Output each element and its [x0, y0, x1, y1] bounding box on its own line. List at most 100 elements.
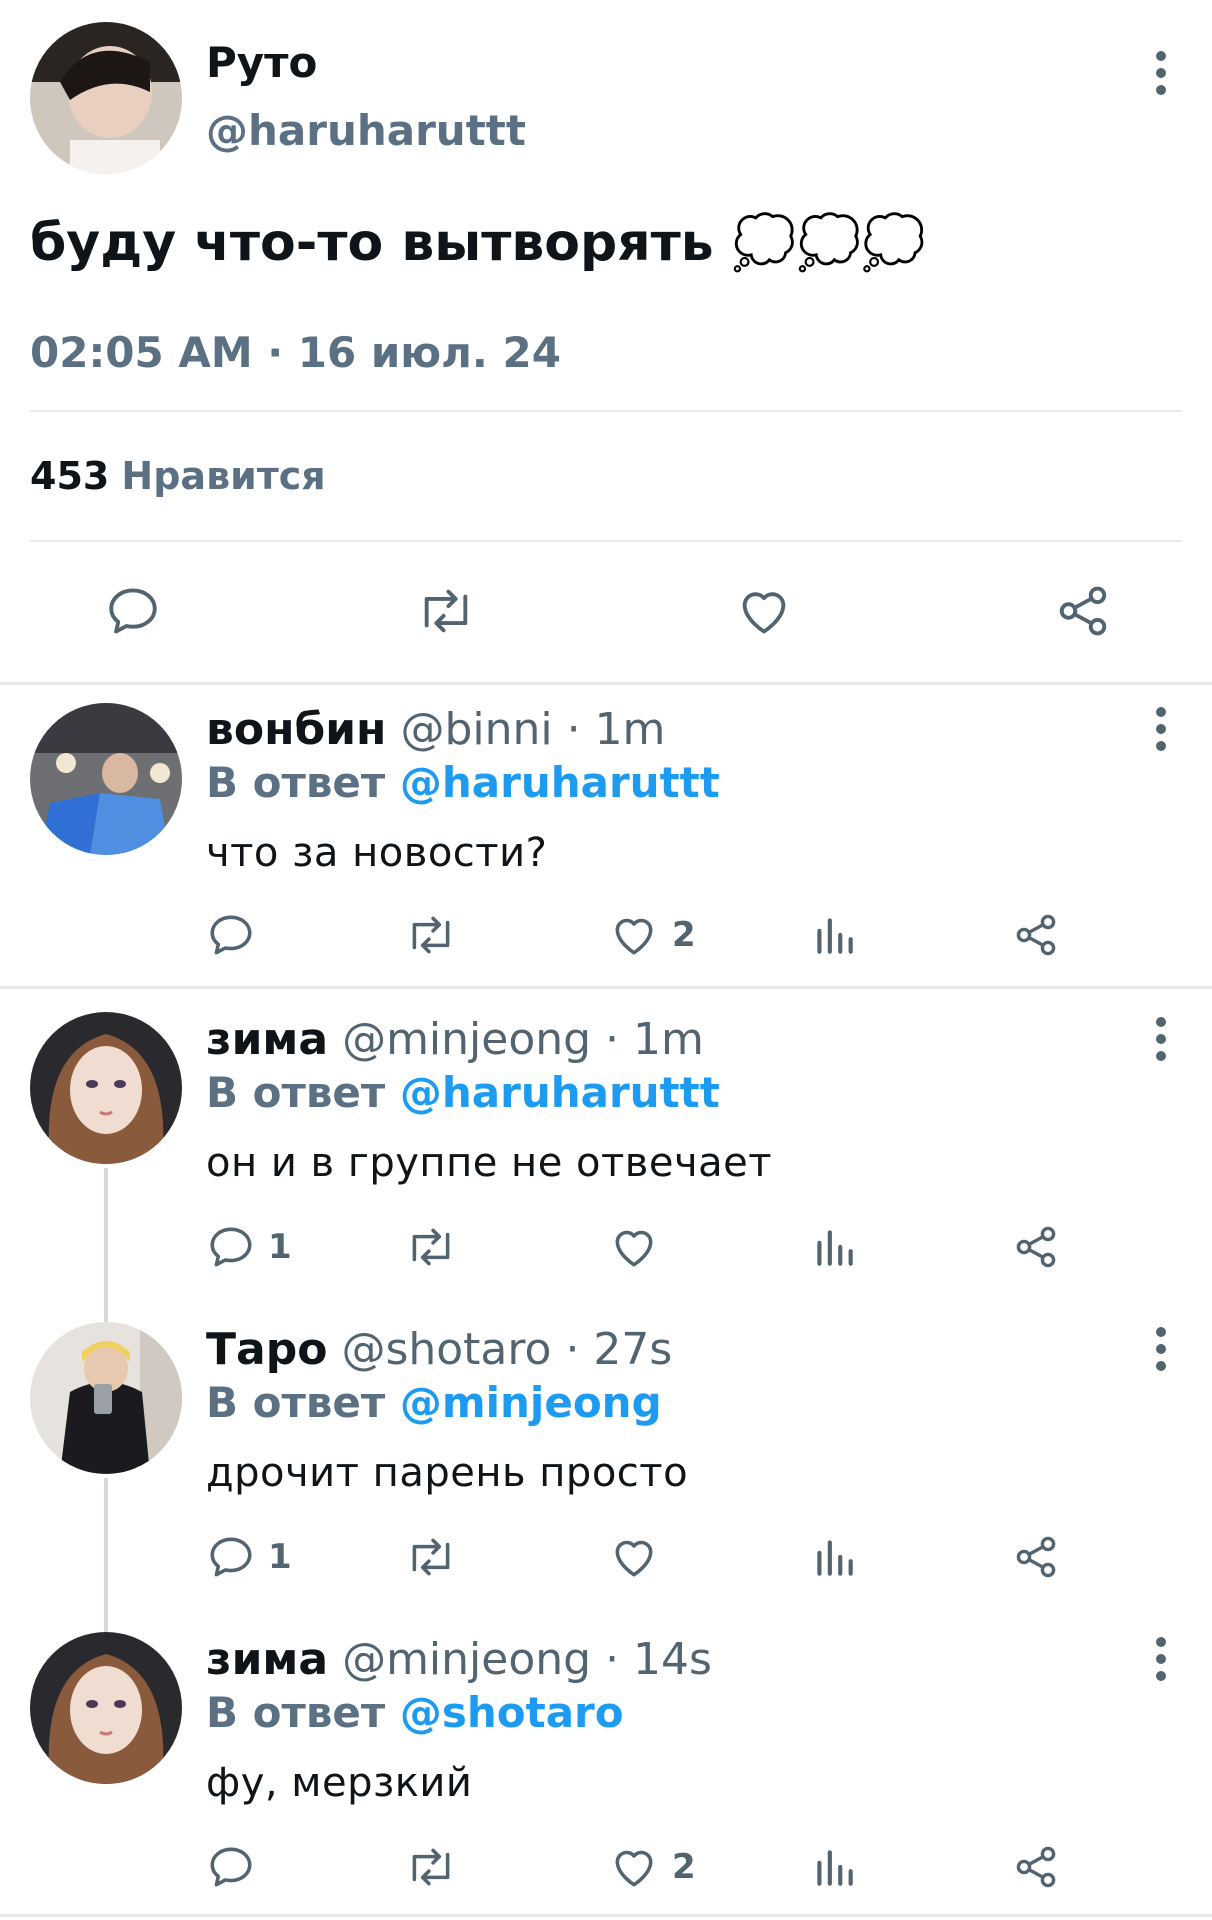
views-button[interactable]	[812, 910, 856, 960]
share-icon	[1016, 1536, 1056, 1578]
like-button[interactable]: 2	[608, 1842, 696, 1892]
reply-header: Таро @shotaro · 27s	[206, 1324, 672, 1375]
views-button[interactable]	[812, 1532, 856, 1582]
retweet-button[interactable]	[404, 1222, 458, 1272]
author-handle[interactable]: @haruharuttt	[206, 106, 526, 155]
retweet-icon	[412, 1538, 450, 1576]
reply-icon	[210, 1537, 252, 1577]
retweet-icon	[412, 916, 450, 954]
more-options-icon[interactable]	[1146, 44, 1176, 104]
views-icon	[817, 1850, 853, 1886]
more-options-icon[interactable]	[1146, 1630, 1176, 1690]
like-button[interactable]	[608, 1222, 672, 1272]
like-count: 2	[672, 915, 696, 955]
divider	[0, 682, 1212, 685]
reply-avatar[interactable]	[30, 1632, 182, 1784]
reply-time: · 14s	[605, 1634, 712, 1685]
likes-stat[interactable]: 453 Нравится	[30, 454, 326, 498]
share-button[interactable]	[1012, 1532, 1060, 1582]
divider	[0, 986, 1212, 989]
reply-button[interactable]	[206, 910, 268, 960]
retweet-icon	[412, 1848, 450, 1886]
reply-context: В ответ @shotaro	[206, 1688, 624, 1737]
reply-author-handle[interactable]: @minjeong	[342, 1634, 591, 1685]
reply-header: зима @minjeong · 1m	[206, 1014, 704, 1065]
divider	[30, 540, 1182, 542]
tweet-text: буду что-то вытворять 💭💭💭	[30, 213, 926, 273]
reply-author-handle[interactable]: @shotaro	[341, 1324, 551, 1375]
retweet-button[interactable]	[404, 910, 458, 960]
views-icon	[817, 918, 853, 954]
tweet-timestamp[interactable]: 02:05 AM · 16 июл. 24	[30, 328, 561, 377]
divider	[30, 410, 1182, 412]
reply-to-label: В ответ	[206, 1688, 386, 1737]
reply-author-handle[interactable]: @binni	[400, 704, 552, 755]
share-button[interactable]	[1012, 1222, 1060, 1272]
more-options-icon[interactable]	[1146, 1010, 1176, 1070]
like-icon	[615, 1230, 653, 1267]
reply-avatar[interactable]	[30, 1012, 182, 1164]
share-icon	[1059, 586, 1107, 636]
reply-context: В ответ @minjeong	[206, 1378, 662, 1427]
reply-author-name[interactable]: зима	[206, 1014, 328, 1065]
reply-text: фу, мерзкий	[206, 1760, 473, 1806]
share-button[interactable]	[1012, 910, 1060, 960]
reply-avatar[interactable]	[30, 703, 182, 855]
reply-to-mention[interactable]: @shotaro	[400, 1688, 624, 1737]
reply-header: зима @minjeong · 14s	[206, 1634, 712, 1685]
reply-context: В ответ @haruharuttt	[206, 1068, 720, 1117]
reply-text: дрочит парень просто	[206, 1450, 689, 1496]
like-icon	[615, 1850, 653, 1887]
reply-author-name[interactable]: зима	[206, 1634, 328, 1685]
retweet-icon	[412, 1228, 450, 1266]
reply-to-mention[interactable]: @haruharuttt	[400, 1068, 720, 1117]
author-avatar[interactable]	[30, 22, 182, 174]
views-icon	[817, 1540, 853, 1576]
like-button[interactable]: 2	[608, 910, 696, 960]
reply-author-handle[interactable]: @minjeong	[342, 1014, 591, 1065]
like-icon	[742, 592, 786, 634]
reply-context: В ответ @haruharuttt	[206, 758, 720, 807]
retweet-icon	[424, 589, 468, 633]
reply-avatar[interactable]	[30, 1322, 182, 1474]
reply-time: · 1m	[605, 1014, 704, 1065]
reply-icon	[210, 915, 252, 955]
reply-button[interactable]: 1	[206, 1222, 292, 1272]
reply-icon	[210, 1847, 252, 1887]
reply-to-label: В ответ	[206, 758, 386, 807]
views-button[interactable]	[812, 1842, 856, 1892]
reply-to-mention[interactable]: @minjeong	[400, 1378, 662, 1427]
reply-button[interactable]: 1	[206, 1532, 292, 1582]
like-button[interactable]	[608, 1532, 672, 1582]
share-icon	[1016, 914, 1056, 956]
reply-button[interactable]	[206, 1842, 268, 1892]
share-icon	[1016, 1226, 1056, 1268]
retweet-button[interactable]	[404, 1842, 458, 1892]
thread-line	[104, 1168, 108, 1323]
reply-icon	[210, 1227, 252, 1267]
views-icon	[817, 1230, 853, 1266]
reply-icon	[109, 588, 157, 634]
share-icon	[1016, 1846, 1056, 1888]
share-button[interactable]	[1012, 1842, 1060, 1892]
reply-to-mention[interactable]: @haruharuttt	[400, 758, 720, 807]
more-options-icon[interactable]	[1146, 1320, 1176, 1380]
share-button[interactable]	[1054, 582, 1112, 640]
reply-author-name[interactable]: Таро	[206, 1324, 327, 1375]
like-button[interactable]	[734, 582, 794, 640]
reply-count: 1	[268, 1537, 292, 1577]
reply-count: 1	[268, 1227, 292, 1267]
reply-time: · 27s	[565, 1324, 673, 1375]
divider	[0, 1914, 1212, 1917]
views-button[interactable]	[812, 1222, 856, 1272]
reply-button[interactable]	[104, 582, 162, 640]
retweet-button[interactable]	[404, 1532, 458, 1582]
reply-text: что за новости?	[206, 830, 548, 876]
reply-text: он и в группе не отвечает	[206, 1140, 773, 1186]
thread-line	[104, 1478, 108, 1633]
like-icon	[615, 918, 653, 955]
retweet-button[interactable]	[414, 582, 478, 640]
likes-label: Нравится	[121, 454, 326, 498]
reply-author-name[interactable]: вонбин	[206, 704, 386, 755]
more-options-icon[interactable]	[1146, 700, 1176, 760]
